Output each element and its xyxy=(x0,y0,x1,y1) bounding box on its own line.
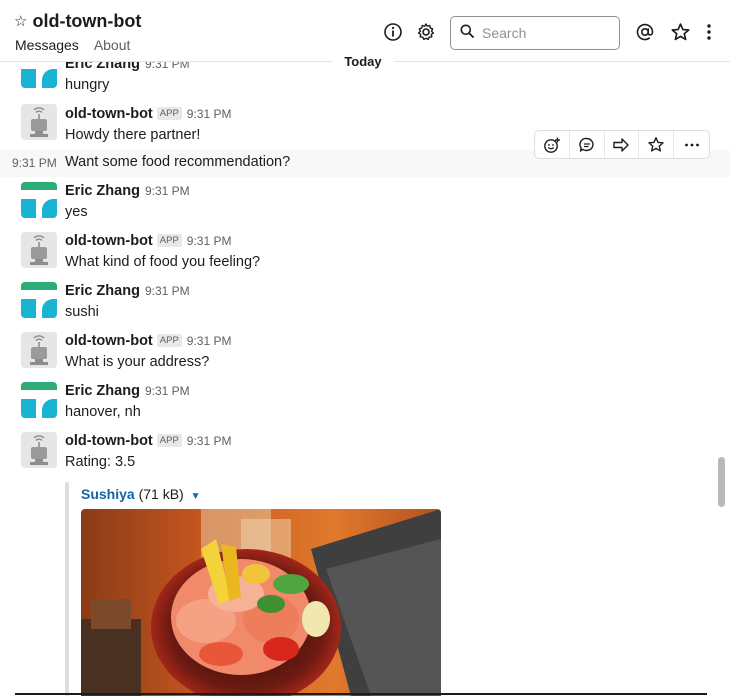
star-icon[interactable]: ☆ xyxy=(14,14,27,29)
search-input[interactable] xyxy=(482,25,612,41)
message-text: Want some food recommendation? xyxy=(65,154,291,170)
author-name[interactable]: old-town-bot xyxy=(65,333,153,349)
star-icon[interactable] xyxy=(669,21,691,43)
message-meta: old-town-bot APP 9:31 PM xyxy=(65,106,231,122)
message-text: hanover, nh xyxy=(65,404,141,420)
more-actions-icon[interactable] xyxy=(674,131,709,158)
bot-avatar[interactable] xyxy=(21,332,57,368)
at-sign-icon[interactable] xyxy=(634,21,656,43)
channel-tabs: Messages About xyxy=(15,37,145,53)
message-meta: Eric Zhang 9:31 PM xyxy=(65,183,190,199)
author-name[interactable]: Eric Zhang xyxy=(65,283,140,299)
message-time[interactable]: 9:31 PM xyxy=(187,434,232,448)
author-name[interactable]: old-town-bot xyxy=(65,106,153,122)
message-actions xyxy=(534,130,710,159)
message-time[interactable]: 9:31 PM xyxy=(187,334,232,348)
bot-avatar[interactable] xyxy=(21,432,57,468)
star-icon[interactable] xyxy=(639,131,675,158)
avatar[interactable] xyxy=(21,62,57,88)
date-divider: Today xyxy=(332,52,394,72)
avatar[interactable] xyxy=(21,382,57,418)
message-text: hungry xyxy=(65,77,110,93)
message-meta: Eric Zhang 9:31 PM xyxy=(65,383,190,399)
message-time[interactable]: 9:31 PM xyxy=(145,284,190,298)
tab-about[interactable]: About xyxy=(94,37,131,53)
add-reaction-icon[interactable] xyxy=(535,131,570,158)
search-icon xyxy=(460,24,474,43)
message-meta: old-town-bot APP 9:31 PM xyxy=(65,433,231,449)
avatar[interactable] xyxy=(21,282,57,318)
message-text: Rating: 3.5 xyxy=(65,454,136,470)
attachment-link[interactable]: Sushiya xyxy=(81,486,135,502)
message-meta: old-town-bot APP 9:31 PM xyxy=(65,333,231,349)
message-text: sushi xyxy=(65,304,99,320)
message-time[interactable]: 9:31 PM xyxy=(145,62,190,71)
message-meta: Eric Zhang 9:31 PM xyxy=(65,62,190,72)
attachment-border xyxy=(65,482,69,696)
app-badge: APP xyxy=(156,234,182,247)
attachment-title: Sushiya (71 kB) ▼ xyxy=(81,486,201,502)
thread-icon[interactable] xyxy=(570,131,605,158)
message-text: Howdy there partner! xyxy=(65,127,201,143)
attachment-size: (71 kB) xyxy=(138,486,184,502)
author-name[interactable]: Eric Zhang xyxy=(65,383,140,399)
share-icon[interactable] xyxy=(605,131,640,158)
info-icon[interactable] xyxy=(382,21,404,43)
message-time[interactable]: 9:31 PM xyxy=(145,384,190,398)
avatar[interactable] xyxy=(21,182,57,218)
app-badge: APP xyxy=(156,107,182,120)
author-name[interactable]: Eric Zhang xyxy=(65,183,140,199)
message-time[interactable]: 9:31 PM xyxy=(187,234,232,248)
message-text: What is your address? xyxy=(65,354,210,370)
app-badge: APP xyxy=(156,334,182,347)
composer-border xyxy=(15,693,707,695)
message-time[interactable]: 9:31 PM xyxy=(12,156,57,170)
scrollbar-thumb[interactable] xyxy=(718,457,725,507)
message-meta: old-town-bot APP 9:31 PM xyxy=(65,233,231,249)
caret-down-icon[interactable]: ▼ xyxy=(191,491,201,502)
gear-icon[interactable] xyxy=(415,21,437,43)
message-text: yes xyxy=(65,204,88,220)
author-name[interactable]: old-town-bot xyxy=(65,233,153,249)
attachment-image[interactable] xyxy=(81,509,441,696)
vertical-dots-icon[interactable] xyxy=(698,21,720,43)
message-meta: Eric Zhang 9:31 PM xyxy=(65,283,190,299)
tab-messages[interactable]: Messages xyxy=(15,37,79,53)
search-box[interactable] xyxy=(450,16,620,50)
message-time[interactable]: 9:31 PM xyxy=(145,184,190,198)
app-badge: APP xyxy=(156,434,182,447)
author-name[interactable]: old-town-bot xyxy=(65,433,153,449)
bot-avatar[interactable] xyxy=(21,104,57,140)
message-text: What kind of food you feeling? xyxy=(65,254,261,270)
message-time[interactable]: 9:31 PM xyxy=(187,107,232,121)
bot-avatar[interactable] xyxy=(21,232,57,268)
channel-title-row: ☆ old-town-bot xyxy=(14,11,141,32)
author-name[interactable]: Eric Zhang xyxy=(65,62,140,72)
channel-title[interactable]: old-town-bot xyxy=(32,11,141,32)
